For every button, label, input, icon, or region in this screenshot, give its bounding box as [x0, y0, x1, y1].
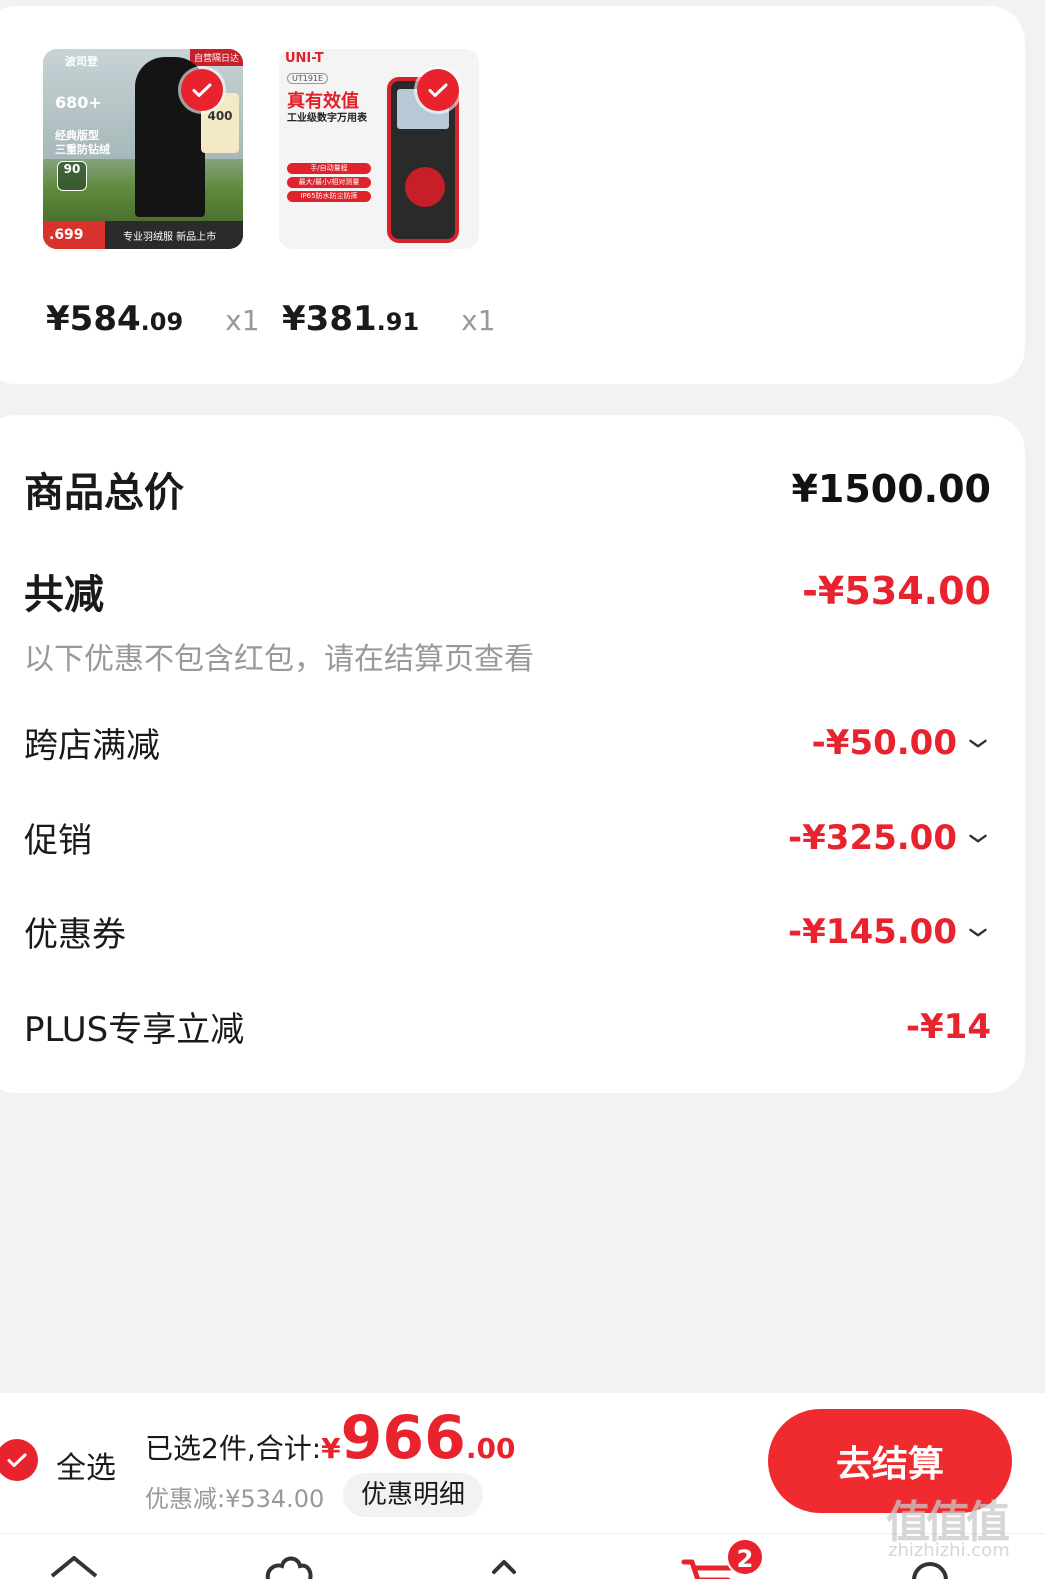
cart-count-badge: 2 — [726, 1538, 764, 1576]
discount-row-plus: PLUS专享立减 -¥14 — [24, 1006, 991, 1051]
product-quantity: x1 — [461, 304, 496, 337]
discount-detail-button[interactable]: 优惠明细 — [343, 1473, 484, 1517]
check-icon — [192, 83, 212, 97]
product-thumbnail-multimeter[interactable]: UNI-T UT191E 真有效值 工业级数字万用表 手/自动量程 最大/最小/… — [279, 49, 479, 249]
select-all-label[interactable]: 全选 — [56, 1443, 116, 1487]
product-select-checkbox[interactable] — [181, 69, 223, 111]
cloud-icon — [265, 1556, 313, 1579]
chevron-down-icon — [969, 834, 987, 842]
product-item-multimeter[interactable]: UNI-T UT191E 真有效值 工业级数字万用表 手/自动量程 最大/最小/… — [279, 49, 479, 249]
product-select-checkbox[interactable] — [417, 69, 459, 111]
discount-row-promotion[interactable]: 促销 -¥325.00 — [24, 813, 991, 862]
tab-home[interactable] — [44, 1546, 104, 1579]
watermark-url: zhizhizhi.com — [888, 1540, 1010, 1561]
product-price-multimeter: ¥381.91 x1 — [282, 299, 496, 339]
total-price-value: ¥1500.00 — [791, 467, 991, 511]
price-summary-card: 商品总价 ¥1500.00 共减 -¥534.00 以下优惠不包含红包，请在结算… — [0, 415, 1025, 1093]
home-icon — [50, 1556, 98, 1578]
chevron-down-icon — [969, 928, 987, 936]
tab-category[interactable] — [474, 1546, 534, 1579]
tab-discover[interactable] — [258, 1546, 318, 1579]
select-all-checkbox[interactable] — [0, 1439, 38, 1481]
total-reduce-value: -¥534.00 — [802, 569, 991, 613]
total-price-row: 商品总价 ¥1500.00 — [24, 460, 991, 518]
product-quantity: x1 — [225, 304, 260, 337]
product-price-jacket: ¥584.09 x1 — [46, 299, 260, 339]
chevron-down-icon — [969, 739, 987, 747]
product-thumbnail-jacket[interactable]: 波司登 自营隔日达 680+ 经典版型 三重防钻绒 90 400 .699 专业… — [43, 49, 243, 249]
selected-total: 已选2件,合计: ¥ 966 .00 — [145, 1403, 516, 1473]
discount-note: 以下优惠不包含红包，请在结算页查看 — [24, 642, 534, 677]
check-icon — [428, 83, 448, 97]
code-icon — [492, 1560, 516, 1574]
total-reduce-row: 共减 -¥534.00 — [24, 562, 991, 620]
total-reduce-label: 共减 — [24, 572, 104, 618]
discount-row-coupon[interactable]: 优惠券 -¥145.00 — [24, 907, 991, 956]
discount-total: 优惠减:¥534.00 — [145, 1485, 325, 1513]
total-price-label: 商品总价 — [24, 470, 184, 516]
product-item-jacket[interactable]: 波司登 自营隔日达 680+ 经典版型 三重防钻绒 90 400 .699 专业… — [43, 49, 243, 249]
cart-product-card: 波司登 自营隔日达 680+ 经典版型 三重防钻绒 90 400 .699 专业… — [0, 6, 1025, 384]
discount-row-cross-store[interactable]: 跨店满减 -¥50.00 — [24, 718, 991, 767]
check-icon — [7, 1453, 27, 1467]
